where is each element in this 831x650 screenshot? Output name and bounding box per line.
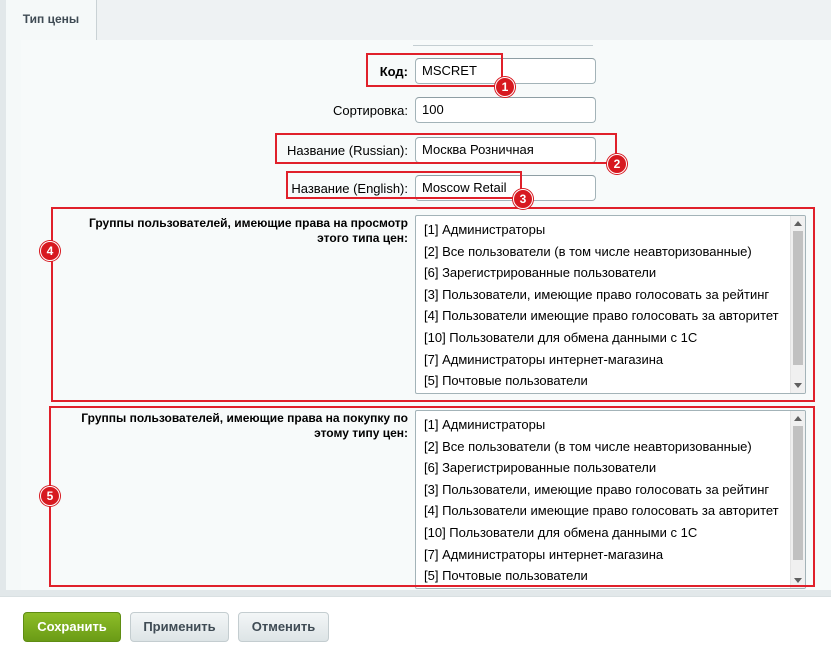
annotation-badge-5: 5 <box>40 486 60 506</box>
annotation-badge-1: 1 <box>495 77 515 97</box>
form-footer: Сохранить Применить Отменить <box>0 596 831 650</box>
tab-bar: Тип цены <box>0 0 831 40</box>
highlight-frame-3 <box>286 171 522 199</box>
sort-label: Сортировка: <box>333 103 408 118</box>
field-edge-above <box>413 40 593 46</box>
highlight-frame-4 <box>51 207 815 402</box>
highlight-frame-5 <box>49 406 815 587</box>
tab-price-type[interactable]: Тип цены <box>6 0 97 40</box>
tab-bar-empty <box>97 0 831 40</box>
save-button[interactable]: Сохранить <box>23 612 121 642</box>
annotation-badge-4: 4 <box>40 241 60 261</box>
apply-button[interactable]: Применить <box>130 612 229 642</box>
cancel-button[interactable]: Отменить <box>238 612 329 642</box>
highlight-frame-1 <box>366 53 503 87</box>
sort-input[interactable]: 100 <box>415 97 596 123</box>
annotation-badge-2: 2 <box>607 154 627 174</box>
annotation-badge-3: 3 <box>513 189 533 209</box>
highlight-frame-2 <box>275 133 617 164</box>
